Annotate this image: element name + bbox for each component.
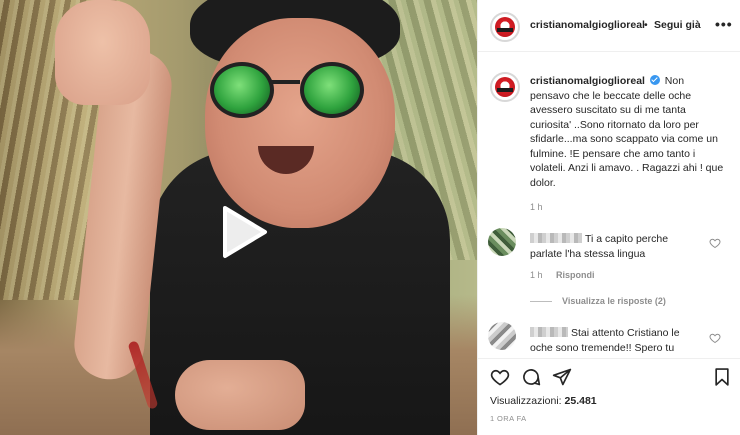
- comment-timestamp[interactable]: 1 h: [530, 270, 543, 280]
- bookmark-icon[interactable]: [712, 367, 732, 387]
- views-count: Visualizzazioni: 25.481: [490, 395, 597, 407]
- post-header: cristianomalgioglioreal • Segui già •••: [478, 0, 740, 52]
- verified-badge-icon: [649, 75, 660, 85]
- sunglasses-left-lens: [210, 62, 274, 118]
- post-caption: cristianomalgioglioreal Non pensavo che …: [478, 52, 740, 222]
- sunglasses-right-lens: [300, 62, 364, 118]
- comment-icon[interactable]: [521, 367, 541, 387]
- post-timestamp[interactable]: 1 ORA FA: [490, 414, 527, 423]
- play-button[interactable]: [211, 202, 271, 262]
- post-sidebar: cristianomalgioglioreal • Segui già ••• …: [477, 0, 740, 435]
- sunglasses-bridge: [270, 80, 300, 84]
- caption-username[interactable]: cristianomalgioglioreal: [530, 75, 645, 87]
- caption-body: Non pensavo che le beccate delle oche av…: [530, 75, 724, 189]
- comment-text: Stai attento Cristiano le oche sono trem…: [530, 326, 700, 355]
- instagram-post: cristianomalgioglioreal • Segui già ••• …: [0, 0, 740, 435]
- follow-button[interactable]: Segui già: [654, 19, 701, 31]
- reply-button[interactable]: Rispondi: [556, 270, 595, 280]
- commenter-avatar-pixelated[interactable]: [488, 322, 516, 350]
- heart-icon[interactable]: [490, 367, 510, 387]
- commenter-name-pixelated[interactable]: [530, 233, 582, 243]
- play-icon: [223, 206, 267, 258]
- caption-timestamp[interactable]: 1 h: [530, 202, 543, 212]
- raised-fist: [55, 0, 150, 105]
- view-replies-label: Visualizza le risposte (2): [562, 296, 666, 306]
- author-username[interactable]: cristianomalgioglioreal: [530, 19, 645, 31]
- avatar-logo-band: [497, 28, 513, 32]
- share-icon[interactable]: [552, 367, 572, 387]
- lower-hand: [175, 360, 305, 430]
- caption-text: cristianomalgioglioreal Non pensavo che …: [530, 74, 725, 190]
- author-avatar[interactable]: [490, 12, 520, 42]
- commenter-name-pixelated[interactable]: [530, 327, 568, 337]
- comment-text: Ti a capito perche parlate l'ha stessa l…: [530, 232, 700, 261]
- comment-like-heart-icon[interactable]: [709, 332, 721, 344]
- views-number: 25.481: [564, 395, 597, 407]
- avatar-logo: [495, 77, 515, 97]
- header-separator: •: [644, 19, 648, 31]
- more-options-icon[interactable]: •••: [715, 16, 733, 32]
- comment-like-heart-icon[interactable]: [709, 237, 721, 249]
- person-face: [205, 18, 395, 228]
- video-player[interactable]: [0, 0, 477, 435]
- commenter-avatar-pixelated[interactable]: [488, 228, 516, 256]
- avatar-logo-band: [497, 88, 513, 92]
- avatar-logo: [495, 17, 515, 37]
- post-actions: Visualizzazioni: 25.481 1 ORA FA: [478, 358, 740, 435]
- view-replies-button[interactable]: Visualizza le risposte (2): [530, 296, 666, 306]
- replies-divider: [530, 301, 552, 303]
- views-label: Visualizzazioni:: [490, 395, 562, 407]
- caption-avatar[interactable]: [490, 72, 520, 102]
